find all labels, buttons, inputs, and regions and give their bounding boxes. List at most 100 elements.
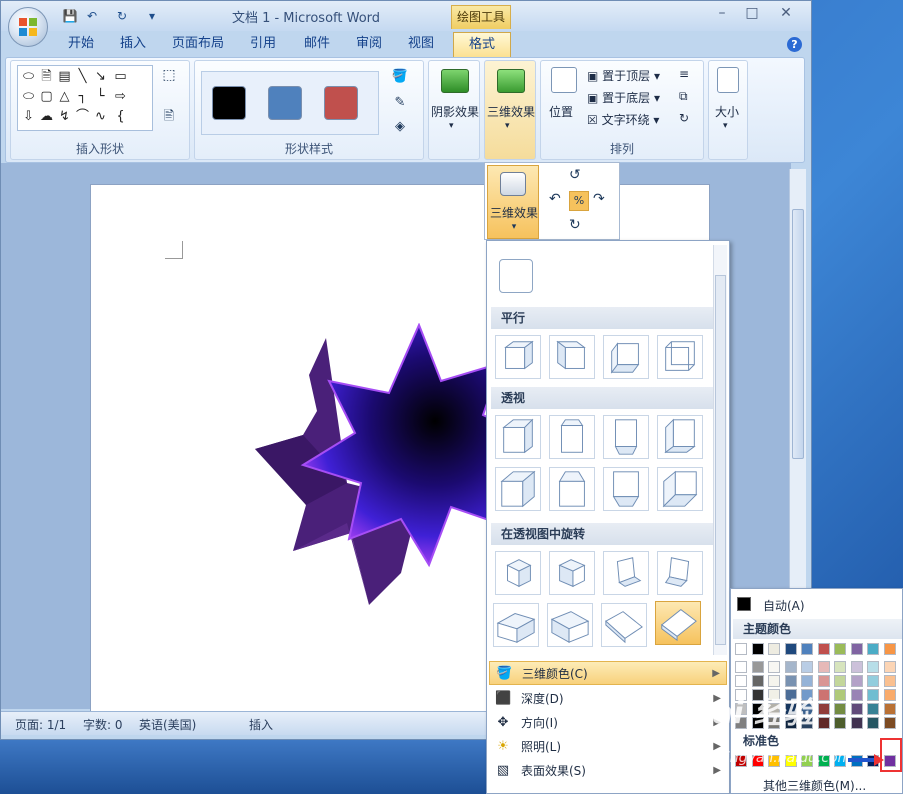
tab-page-layout[interactable]: 页面布局 bbox=[167, 34, 229, 56]
shape-icon[interactable]: ⬭ bbox=[20, 68, 37, 85]
down-arrow-icon[interactable]: ⇩ bbox=[20, 108, 37, 125]
style-swatch-blue[interactable] bbox=[268, 86, 302, 120]
line-icon[interactable]: ╲ bbox=[74, 68, 91, 85]
tilt-up-icon[interactable]: ↺ bbox=[569, 167, 581, 183]
parallel-option[interactable] bbox=[657, 335, 703, 379]
status-language[interactable]: 英语(美国) bbox=[139, 716, 196, 733]
theme-color-swatch[interactable] bbox=[817, 643, 830, 655]
theme-color-swatch[interactable] bbox=[867, 675, 879, 687]
theme-color-swatch[interactable] bbox=[751, 643, 764, 655]
theme-color-swatch[interactable] bbox=[801, 675, 813, 687]
theme-color-swatch[interactable] bbox=[834, 643, 846, 655]
menu-item-3d-color[interactable]: 🪣 三维颜色(C) ▶ bbox=[489, 661, 727, 685]
auto-color-swatch[interactable] bbox=[737, 597, 751, 611]
perspective-option[interactable] bbox=[603, 415, 649, 459]
tab-review[interactable]: 审阅 bbox=[349, 34, 389, 56]
theme-color-swatch[interactable] bbox=[784, 643, 797, 655]
group-icon[interactable]: ⧉ bbox=[679, 89, 688, 104]
theme-color-swatch[interactable] bbox=[850, 675, 863, 687]
oval-icon[interactable]: ⬭ bbox=[20, 88, 37, 105]
style-gallery[interactable] bbox=[201, 71, 379, 135]
position-icon[interactable] bbox=[551, 67, 577, 93]
lightning-icon[interactable]: ↯ bbox=[56, 108, 73, 125]
group-three-d-effects[interactable]: 三维效果 ▾ bbox=[484, 60, 536, 160]
theme-color-swatch[interactable] bbox=[768, 643, 780, 655]
style-swatch-red[interactable] bbox=[324, 86, 358, 120]
tilt-right-icon[interactable]: ↷ bbox=[593, 191, 605, 207]
theme-color-swatch[interactable] bbox=[883, 643, 896, 655]
minimize-icon[interactable]: – bbox=[713, 6, 731, 22]
fill-bucket-icon[interactable]: 🪣 bbox=[389, 69, 411, 87]
cloud-icon[interactable]: ☁ bbox=[38, 108, 55, 125]
tab-references[interactable]: 引用 bbox=[243, 34, 283, 56]
rotation-option[interactable] bbox=[657, 551, 703, 595]
triangle-icon[interactable]: △ bbox=[56, 88, 73, 105]
brace-icon[interactable]: { bbox=[112, 108, 129, 125]
shape-icon[interactable]: ▤ bbox=[56, 68, 73, 85]
text-wrapping-button[interactable]: ☒ 文字环绕 ▾ bbox=[587, 111, 659, 128]
tab-home[interactable]: 开始 bbox=[61, 34, 101, 56]
edit-shape-icon[interactable]: ⬚ bbox=[157, 67, 181, 87]
theme-color-swatch[interactable] bbox=[784, 675, 797, 687]
theme-color-swatch[interactable] bbox=[801, 643, 813, 655]
office-button[interactable] bbox=[8, 7, 48, 47]
group-size[interactable]: 大小 ▾ bbox=[708, 60, 748, 160]
parallel-option[interactable] bbox=[549, 335, 595, 379]
style-swatch-black[interactable] bbox=[212, 86, 246, 120]
status-words[interactable]: 字数: 0 bbox=[83, 716, 123, 733]
parallel-option[interactable] bbox=[603, 335, 649, 379]
theme-color-swatch[interactable] bbox=[735, 643, 747, 655]
change-shape-icon[interactable]: ◈ bbox=[389, 119, 411, 137]
connector-icon[interactable]: └ bbox=[92, 88, 109, 105]
scroll-thumb[interactable] bbox=[792, 209, 804, 459]
theme-color-swatch[interactable] bbox=[883, 661, 896, 673]
perspective-option[interactable] bbox=[657, 415, 703, 459]
connector-icon[interactable]: ┐ bbox=[74, 88, 91, 105]
curve-icon[interactable]: ∿ bbox=[92, 108, 109, 125]
perspective-option[interactable] bbox=[657, 467, 703, 511]
help-icon[interactable]: ? bbox=[787, 37, 802, 52]
perspective-option[interactable] bbox=[549, 467, 595, 511]
theme-color-swatch[interactable] bbox=[768, 675, 780, 687]
theme-color-swatch[interactable] bbox=[867, 661, 879, 673]
no-3d-option[interactable] bbox=[499, 259, 533, 293]
pen-icon[interactable]: ✎ bbox=[389, 95, 411, 113]
status-page[interactable]: 页面: 1/1 bbox=[15, 716, 66, 733]
textbox-icon[interactable]: 🗎 bbox=[38, 68, 55, 85]
tab-view[interactable]: 视图 bbox=[401, 34, 441, 56]
theme-color-swatch[interactable] bbox=[817, 675, 830, 687]
parallel-option[interactable] bbox=[495, 335, 541, 379]
theme-color-swatch[interactable] bbox=[751, 661, 764, 673]
rotation-option[interactable] bbox=[493, 603, 539, 647]
arc-icon[interactable]: ⌒ bbox=[74, 108, 91, 125]
theme-color-swatch[interactable] bbox=[867, 643, 879, 655]
tab-mailings[interactable]: 邮件 bbox=[297, 34, 337, 56]
theme-color-swatch[interactable] bbox=[817, 661, 830, 673]
rotation-option[interactable] bbox=[547, 603, 593, 647]
menu-scrollbar[interactable] bbox=[713, 245, 727, 655]
send-to-back-button[interactable]: ▣ 置于底层 ▾ bbox=[587, 89, 660, 106]
position-label[interactable]: 位置 bbox=[549, 103, 573, 120]
menu-item-surface[interactable]: ▧ 表面效果(S) ▶ bbox=[489, 759, 727, 783]
auto-color-label[interactable]: 自动(A) bbox=[763, 597, 805, 614]
theme-color-swatch[interactable] bbox=[834, 661, 846, 673]
perspective-option[interactable] bbox=[603, 467, 649, 511]
group-shadow-effects[interactable]: 阴影效果 ▾ bbox=[428, 60, 480, 160]
menu-scroll-thumb[interactable] bbox=[715, 275, 726, 645]
theme-color-swatch[interactable] bbox=[768, 661, 780, 673]
restore-icon[interactable]: □ bbox=[743, 6, 761, 22]
arrow-icon[interactable]: ↘ bbox=[92, 68, 109, 85]
bring-to-front-button[interactable]: ▣ 置于顶层 ▾ bbox=[587, 67, 660, 84]
perspective-option[interactable] bbox=[495, 467, 541, 511]
theme-color-swatch[interactable] bbox=[735, 675, 747, 687]
more-colors-item[interactable]: 其他三维颜色(M)... bbox=[763, 777, 866, 794]
shape-gallery[interactable]: ⬭ 🗎 ▤ ╲ ↘ ▭ ⬭ ▢ △ ┐ └ ⇨ ⇩ ☁ ↯ ⌒ ∿ { bbox=[17, 65, 153, 131]
theme-color-swatch[interactable] bbox=[735, 661, 747, 673]
theme-color-swatch[interactable] bbox=[834, 675, 846, 687]
tab-insert[interactable]: 插入 bbox=[113, 34, 153, 56]
theme-color-swatch[interactable] bbox=[850, 661, 863, 673]
perspective-option[interactable] bbox=[495, 415, 541, 459]
status-mode[interactable]: 插入 bbox=[249, 716, 273, 733]
rotation-option[interactable] bbox=[603, 551, 649, 595]
toggle-3d-icon[interactable]: % bbox=[569, 191, 589, 211]
